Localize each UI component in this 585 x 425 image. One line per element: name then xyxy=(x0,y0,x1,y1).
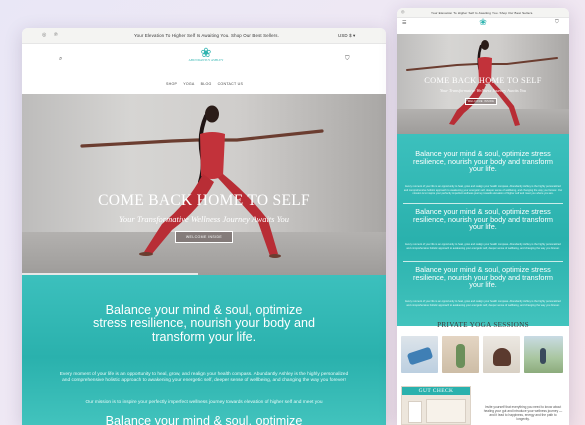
session-thumb-2[interactable] xyxy=(442,336,479,373)
gut-check-description: Invite yourself that everything you need… xyxy=(483,405,563,422)
cart-icon[interactable]: ⛉ xyxy=(345,56,350,63)
guide-page-image xyxy=(408,401,422,423)
main-nav: SHOP YOGA BLOG CONTACT US xyxy=(166,82,243,86)
hero-banner: COME BACK HOME TO SELF Your Transformati… xyxy=(22,94,386,275)
mobile-block-2-headline: Balance your mind & soul, optimize stres… xyxy=(413,207,553,232)
mobile-welcome-inside-button[interactable]: WELCOME INSIDE xyxy=(465,98,497,105)
gut-check-title: GUT CHECK xyxy=(402,387,470,395)
hero-title: COME BACK HOME TO SELF xyxy=(98,192,310,209)
sessions-title: PRIVATE YOGA SESSIONS xyxy=(437,321,529,329)
mobile-preview: ◎ Your Elevation To Higher Self Is Await… xyxy=(397,8,569,425)
search-icon[interactable]: ⌕ xyxy=(59,56,62,63)
mobile-hero-subtitle: Your Transformative Wellness Journey Awa… xyxy=(440,88,526,93)
guide-cover-image xyxy=(426,399,466,423)
divider xyxy=(403,261,563,262)
announcement-text[interactable]: Your Elevation To Higher Self Is Awaitin… xyxy=(134,33,279,38)
site-logo[interactable]: ❀ ABUNDANTLY ASHLEY xyxy=(186,46,226,62)
cart-icon[interactable]: ⛉ xyxy=(555,19,559,25)
nav-blog[interactable]: BLOG xyxy=(201,82,212,86)
intro-headline-repeat: Balance your mind & soul, optimize xyxy=(105,414,303,425)
mobile-block-2-body: Every moment of your life is an opportun… xyxy=(405,243,561,250)
mission-paragraph: Our mission is to inspire your perfectly… xyxy=(85,400,323,405)
mobile-block-1-headline: Balance your mind & soul, optimize stres… xyxy=(413,149,553,174)
mobile-menu-icon[interactable]: ☰ xyxy=(402,20,406,26)
mobile-block-3-body: Every moment of your life is an opportun… xyxy=(405,300,561,307)
nav-yoga[interactable]: YOGA xyxy=(183,82,194,86)
yoga-pose-image xyxy=(80,105,324,258)
lotus-logo-icon[interactable]: ❀ xyxy=(474,18,492,27)
intro-headline: Balance your mind & soul, optimize stres… xyxy=(93,303,315,344)
divider xyxy=(403,203,563,204)
mobile-hero-title: COME BACK HOME TO SELF xyxy=(424,76,542,85)
pinterest-icon[interactable]: ℗ xyxy=(54,32,58,38)
desktop-preview: ◎ ℗ Your Elevation To Higher Self Is Awa… xyxy=(22,28,386,425)
currency-selector[interactable]: USD $ ▾ xyxy=(338,33,355,39)
intro-paragraph: Every moment of your life is an opportun… xyxy=(59,372,349,384)
welcome-inside-button[interactable]: WELCOME INSIDE xyxy=(175,231,233,243)
hero-subtitle: Your Transformative Wellness Journey Awa… xyxy=(118,214,290,224)
session-thumb-1[interactable] xyxy=(401,336,438,373)
mobile-announcement-text[interactable]: Your Elevation To Higher Self Is Awaitin… xyxy=(431,11,533,15)
nav-shop[interactable]: SHOP xyxy=(166,82,177,86)
mobile-intro-section: Balance your mind & soul, optimize stres… xyxy=(397,134,569,326)
instagram-icon[interactable]: ◎ xyxy=(401,9,405,14)
mobile-hero: COME BACK HOME TO SELF Your Transformati… xyxy=(397,34,569,134)
intro-section: Balance your mind & soul, optimize stres… xyxy=(22,275,386,425)
nav-contact[interactable]: CONTACT US xyxy=(218,82,244,86)
mobile-block-3-headline: Balance your mind & soul, optimize stres… xyxy=(413,265,553,290)
session-thumb-3[interactable] xyxy=(483,336,520,373)
gut-check-guide-card[interactable]: GUT CHECK xyxy=(401,386,471,425)
mobile-block-1-body: Every moment of your life is an opportun… xyxy=(403,185,563,195)
session-thumb-4[interactable] xyxy=(524,336,563,373)
announcement-bar: ◎ ℗ Your Elevation To Higher Self Is Awa… xyxy=(22,28,386,44)
logo-wordmark: ABUNDANTLY ASHLEY xyxy=(188,58,224,62)
instagram-icon[interactable]: ◎ xyxy=(42,32,46,38)
